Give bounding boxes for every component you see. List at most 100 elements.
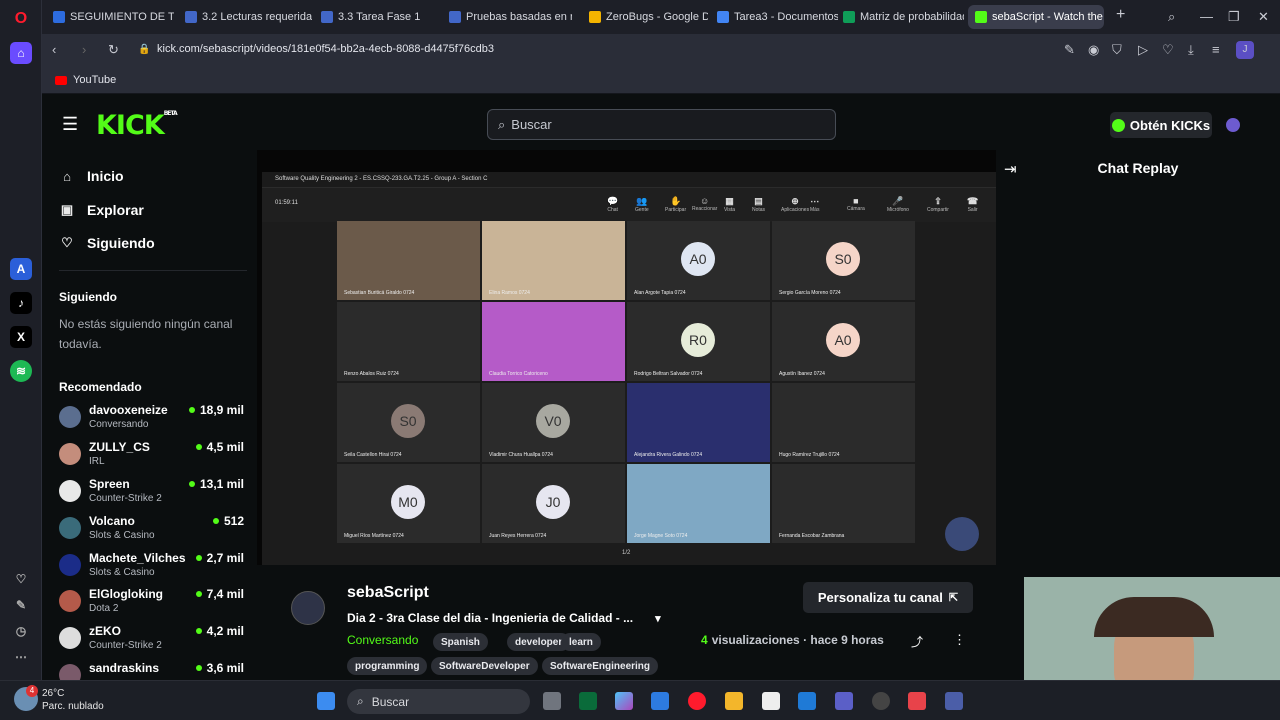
expand-chevron-icon[interactable]: ▾	[655, 612, 661, 625]
zoom-tool-button[interactable]: ☎ Salir	[967, 196, 978, 213]
recommended-channel[interactable]: Volcano Slots & Casino 512	[59, 514, 244, 550]
download-icon[interactable]: ⤓	[1188, 42, 1194, 58]
category-link[interactable]: Conversando	[347, 633, 418, 647]
tab-active[interactable]: sebaScript - Watch the	[968, 5, 1104, 29]
shield-icon[interactable]: ⛉	[1112, 42, 1122, 58]
forward-icon[interactable]: ›	[82, 42, 86, 57]
video-player[interactable]: Software Quality Engineering 2 - ES.CSSQ…	[257, 150, 997, 565]
edit-icon[interactable]: ✎	[1064, 42, 1075, 58]
zoom-tool-button[interactable]: 🎤 Micrófono	[887, 196, 909, 213]
file-explorer-icon[interactable]	[725, 692, 743, 710]
app-store-icon[interactable]: A	[10, 258, 32, 280]
participant-tile[interactable]: Sebastian Buriticá Giraldo 0724	[337, 221, 480, 300]
tab[interactable]: ZeroBugs - Google Drive	[582, 5, 708, 29]
home-icon[interactable]: ⌂	[10, 42, 32, 64]
pinboard-icon[interactable]: ✎	[10, 594, 32, 616]
recommended-channel[interactable]: zEKO Counter-Strike 2 4,2 mil	[59, 624, 244, 660]
copilot-icon[interactable]	[615, 692, 633, 710]
participant-tile[interactable]: V0 Vladimir Chura Huallpa 0724	[482, 383, 625, 462]
participant-tile[interactable]: M0 Miguel Ríos Martínez 0724	[337, 464, 480, 543]
channel-avatar[interactable]	[291, 591, 325, 625]
tab[interactable]: 3.3 Tarea Fase 1	[314, 5, 440, 29]
zoom-tool-button[interactable]: ■ Cámara	[847, 196, 865, 212]
weather-widget[interactable]: 26°C Parc. nublado	[42, 687, 104, 713]
back-icon[interactable]: ‹	[52, 42, 56, 57]
vscode-icon[interactable]	[798, 692, 816, 710]
participant-tile[interactable]: Renzo Abalos Ruiz 0724	[337, 302, 480, 381]
x-icon[interactable]: X	[10, 326, 32, 348]
tag-chip[interactable]: learn	[561, 633, 601, 651]
participant-tile[interactable]: A0 Alan Argote Tapia 0724	[627, 221, 770, 300]
channel-name[interactable]: sebaScript	[347, 584, 429, 602]
zoom-tool-button[interactable]: 💬 Chat	[607, 196, 618, 213]
task-view-icon[interactable]	[543, 692, 561, 710]
nav-home[interactable]: ⌂ Inicio	[59, 168, 124, 184]
minimize-icon[interactable]: —	[1200, 9, 1213, 24]
teams-icon[interactable]	[835, 692, 853, 710]
search-input[interactable]: ⌕ Buscar	[487, 109, 836, 140]
participant-tile[interactable]: Fernanda Escobar Zambrana	[772, 464, 915, 543]
user-avatar[interactable]	[1226, 118, 1240, 132]
search-tabs-icon[interactable]: ⌕	[1168, 9, 1175, 25]
recommended-channel[interactable]: Machete_Vilches Slots & Casino 2,7 mil	[59, 551, 244, 587]
calculator-icon[interactable]	[945, 692, 963, 710]
zoom-tool-button[interactable]: ▦ Vista	[724, 196, 735, 213]
todo-icon[interactable]	[651, 692, 669, 710]
notion-icon[interactable]	[762, 692, 780, 710]
play-icon[interactable]: ▷	[1138, 42, 1148, 58]
opera-logo-icon[interactable]: O	[10, 8, 32, 30]
participant-tile[interactable]: Hugo Ramírez Trujillo 0724	[772, 383, 915, 462]
windows-start-icon[interactable]	[317, 692, 335, 710]
recommended-channel[interactable]: ZULLY_CS IRL 4,5 mil	[59, 440, 244, 476]
history-icon[interactable]: ◷	[10, 620, 32, 642]
customize-channel-button[interactable]: Personaliza tu canal ⇱	[803, 582, 973, 613]
obs-icon[interactable]	[872, 692, 890, 710]
recommended-channel[interactable]: ElGlogloking Dota 2 7,4 mil	[59, 587, 244, 623]
tag-chip[interactable]: Spanish	[433, 633, 488, 651]
favorite-icon[interactable]: ♡	[1162, 42, 1174, 58]
recommended-channel[interactable]: davooxeneize Conversando 18,9 mil	[59, 403, 244, 439]
tab[interactable]: Tarea3 - Documentos de Google	[710, 5, 838, 29]
zoom-tool-button[interactable]: ⇪ Compartir	[927, 196, 949, 213]
zoom-tool-button[interactable]: ⋯ Más	[810, 196, 819, 213]
camera-icon[interactable]: ◉	[1088, 42, 1099, 58]
tab[interactable]: SEGUIMIENTO DE TAREAS	[46, 5, 174, 29]
new-tab-button[interactable]: +	[1116, 6, 1125, 24]
maximize-icon[interactable]: ❐	[1228, 9, 1240, 25]
reload-icon[interactable]: ↻	[108, 42, 119, 58]
zoom-tool-button[interactable]: 👥 Gente	[635, 196, 649, 213]
spotify-icon[interactable]: ≋	[10, 360, 32, 382]
zoom-tool-button[interactable]: ☺ Reaccionar	[692, 196, 717, 212]
participant-tile[interactable]: Alejandra Rivera Galindo 0724	[627, 383, 770, 462]
app-icon[interactable]	[908, 692, 926, 710]
tab[interactable]: 3.2 Lecturas requeridas	[178, 5, 312, 29]
participant-tile[interactable]: J0 Juan Reyes Herrera 0724	[482, 464, 625, 543]
zoom-tool-button[interactable]: ▤ Notas	[752, 196, 765, 213]
more-options-icon[interactable]: ⋮	[953, 632, 966, 648]
tab[interactable]: Pruebas basadas en riesgo	[442, 5, 572, 29]
zoom-tool-button[interactable]: ✋ Participar	[665, 196, 686, 213]
tab[interactable]: Matriz de probabilidad	[836, 5, 964, 29]
share-icon[interactable]: ⤴	[911, 633, 923, 650]
bookmark-youtube[interactable]: YouTube	[55, 74, 116, 86]
tiktok-icon[interactable]: ♪	[10, 292, 32, 314]
opera-icon[interactable]	[688, 692, 706, 710]
participant-tile[interactable]: Elina Ramos 0724	[482, 221, 625, 300]
tag-chip[interactable]: SoftwareEngineering	[542, 657, 659, 675]
hamburger-menu-icon[interactable]: ☰	[62, 114, 78, 135]
tag-chip[interactable]: SoftwareDeveloper	[431, 657, 538, 675]
participant-tile[interactable]: Jorge Magne Soto 0724	[627, 464, 770, 543]
participant-tile[interactable]: A0 Agustín Ibanez 0724	[772, 302, 915, 381]
more-icon[interactable]: ⋯	[10, 646, 32, 668]
get-kicks-button[interactable]: Obtén KICKs	[1110, 112, 1212, 138]
nav-following[interactable]: ♡ Siguiendo	[59, 235, 155, 251]
tag-chip[interactable]: programming	[347, 657, 428, 675]
participant-tile[interactable]: R0 Rodrigo Beltran Salvador 0724	[627, 302, 770, 381]
taskbar-search[interactable]: ⌕ Buscar	[347, 689, 530, 714]
recommended-channel[interactable]: Spreen Counter-Strike 2 13,1 mil	[59, 477, 244, 513]
app-icon[interactable]	[579, 692, 597, 710]
heart-icon[interactable]: ♡	[10, 568, 32, 590]
kick-logo[interactable]: KICKBETA	[96, 110, 178, 141]
menu-icon[interactable]: ≡	[1212, 42, 1220, 57]
url-input[interactable]: kick.com/sebascript/videos/181e0f54-bb2a…	[157, 43, 494, 55]
